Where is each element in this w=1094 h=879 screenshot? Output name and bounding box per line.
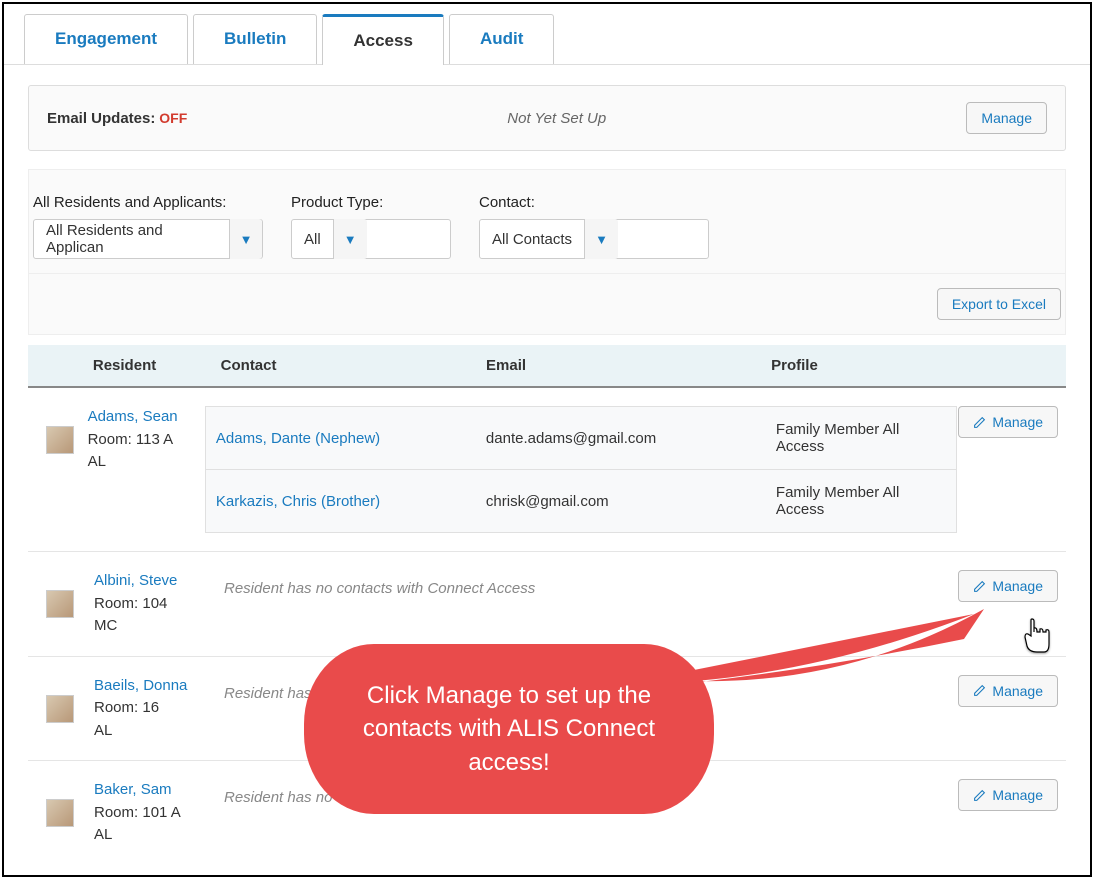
filter-residents-label: All Residents and Applicants: xyxy=(33,194,263,211)
callout-text: Click Manage to set up the contacts with… xyxy=(304,644,714,814)
resident-name-link[interactable]: Baker, Sam xyxy=(94,779,224,802)
resident-room: Room: 101 A xyxy=(94,802,224,825)
contact-name-link[interactable]: Karkazis, Chris (Brother) xyxy=(216,493,486,510)
avatar xyxy=(46,695,74,723)
header-resident: Resident xyxy=(93,357,221,374)
tab-access[interactable]: Access xyxy=(322,14,444,65)
filter-residents-select[interactable]: All Residents and Applican ▼ xyxy=(33,219,263,259)
chevron-down-icon: ▼ xyxy=(229,219,262,259)
resident-room: Room: 113 A xyxy=(88,429,205,452)
header-contact: Contact xyxy=(221,357,486,374)
email-updates-label: Email Updates: xyxy=(47,110,155,127)
contact-row: Karkazis, Chris (Brother) chrisk@gmail.c… xyxy=(205,469,957,533)
tutorial-callout: Click Manage to set up the contacts with… xyxy=(304,644,734,814)
chevron-down-icon: ▼ xyxy=(584,219,618,259)
tab-bar: Engagement Bulletin Access Audit xyxy=(4,4,1090,65)
tab-audit[interactable]: Audit xyxy=(449,14,554,64)
cursor-pointer-icon xyxy=(1022,618,1054,662)
filter-product-select[interactable]: All ▼ xyxy=(291,219,451,259)
resident-name-link[interactable]: Albini, Steve xyxy=(94,570,224,593)
manage-button[interactable]: Manage xyxy=(958,779,1058,811)
edit-icon xyxy=(973,789,986,802)
chevron-down-icon: ▼ xyxy=(333,219,367,259)
resident-name-link[interactable]: Adams, Sean xyxy=(88,406,205,429)
table-header: Resident Contact Email Profile xyxy=(28,345,1066,388)
email-updates-note: Not Yet Set Up xyxy=(507,110,606,127)
contact-email: chrisk@gmail.com xyxy=(486,493,776,510)
export-excel-button[interactable]: Export to Excel xyxy=(937,288,1061,320)
contact-email: dante.adams@gmail.com xyxy=(486,430,776,447)
contact-profile: Family Member All Access xyxy=(776,484,946,518)
email-updates-bar: Email Updates: OFF Not Yet Set Up Manage xyxy=(28,85,1066,151)
tab-bulletin[interactable]: Bulletin xyxy=(193,14,317,64)
filter-bar: All Residents and Applicants: All Reside… xyxy=(28,169,1066,274)
filter-contact-select[interactable]: All Contacts ▼ xyxy=(479,219,709,259)
tab-engagement[interactable]: Engagement xyxy=(24,14,188,64)
resident-unit: AL xyxy=(88,451,205,474)
header-email: Email xyxy=(486,357,771,374)
contact-name-link[interactable]: Adams, Dante (Nephew) xyxy=(216,430,486,447)
resident-name-link[interactable]: Baeils, Donna xyxy=(94,675,224,698)
contact-profile: Family Member All Access xyxy=(776,421,946,455)
resident-room: Room: 16 xyxy=(94,697,224,720)
email-updates-status: OFF xyxy=(159,110,187,126)
email-manage-button[interactable]: Manage xyxy=(966,102,1047,134)
header-profile: Profile xyxy=(771,357,948,374)
resident-unit: AL xyxy=(94,824,224,847)
resident-unit: MC xyxy=(94,615,224,638)
avatar xyxy=(46,426,74,454)
filter-product-label: Product Type: xyxy=(291,194,451,211)
filter-contact-label: Contact: xyxy=(479,194,709,211)
manage-button[interactable]: Manage xyxy=(958,406,1058,438)
avatar xyxy=(46,799,74,827)
avatar xyxy=(46,590,74,618)
resident-unit: AL xyxy=(94,720,224,743)
resident-room: Room: 104 xyxy=(94,593,224,616)
table-row: Adams, Sean Room: 113 A AL Adams, Dante … xyxy=(28,388,1066,552)
edit-icon xyxy=(973,416,986,429)
contact-row: Adams, Dante (Nephew) dante.adams@gmail.… xyxy=(205,406,957,469)
